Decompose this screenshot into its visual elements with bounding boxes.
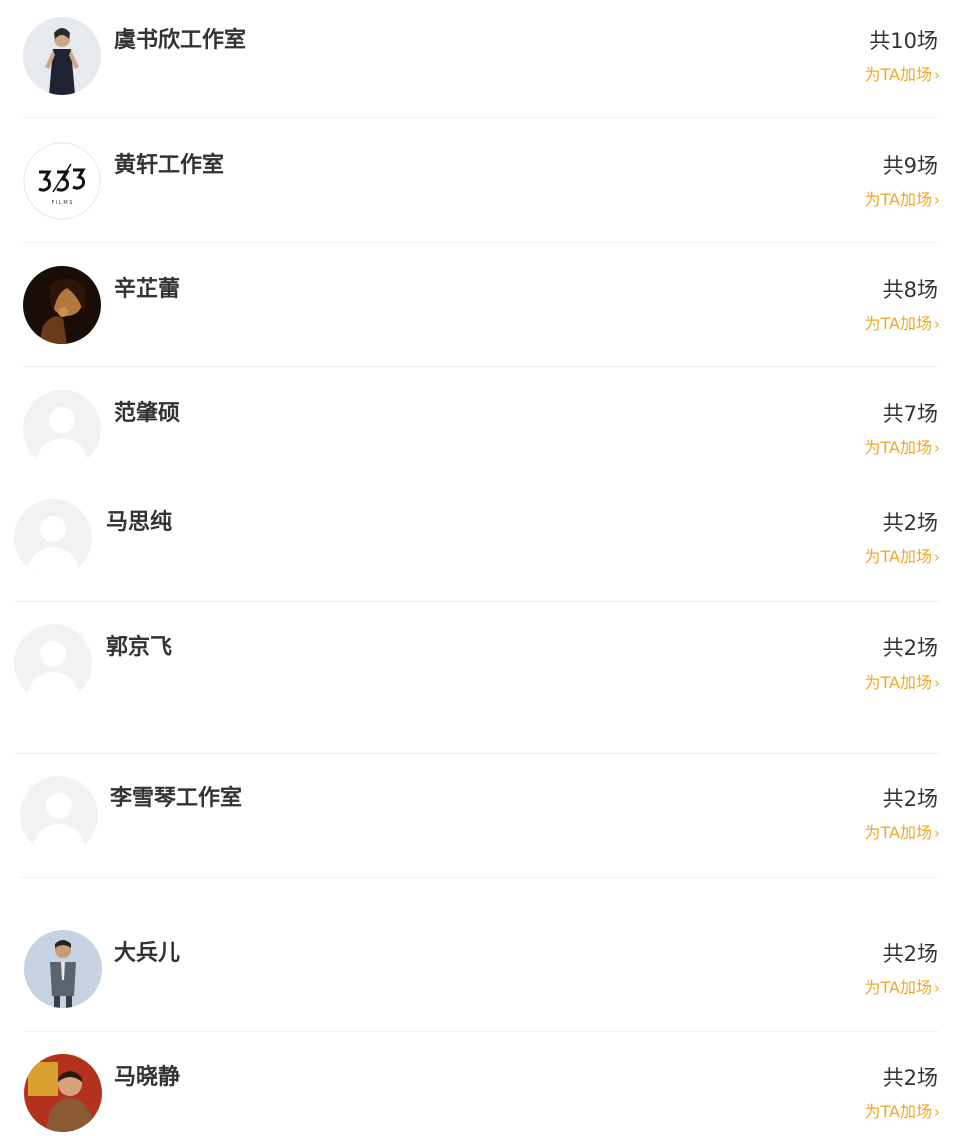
avatar [23, 266, 101, 344]
avatar [23, 17, 101, 95]
list-item[interactable]: 辛芷蕾 共8场 为TA加场 › [0, 243, 960, 367]
add-show-label: 为TA加场 [864, 673, 932, 692]
avatar [20, 776, 98, 854]
show-count: 共7场 [882, 402, 938, 426]
chevron-right-icon: › [934, 674, 940, 692]
list-item[interactable]: 大兵儿 共2场 为TA加场 › [0, 878, 960, 1032]
avatar [14, 624, 92, 702]
show-count: 共2场 [882, 511, 938, 535]
list-item[interactable]: 范肇硕 共7场 为TA加场 › [0, 367, 960, 479]
person-name: 马思纯 [106, 510, 173, 535]
add-show-label: 为TA加场 [864, 1102, 932, 1121]
person-name: 辛芷蕾 [114, 277, 181, 302]
list-item[interactable]: 马晓静 共2场 为TA加场 › [0, 1032, 960, 1136]
user-placeholder-icon [20, 776, 98, 854]
list-item[interactable]: 郭京飞 共2场 为TA加场 › [0, 602, 960, 754]
avatar: F I L M S [23, 142, 101, 220]
user-placeholder-icon [14, 499, 92, 577]
avatar [24, 1054, 102, 1132]
chevron-right-icon: › [934, 315, 940, 333]
chevron-right-icon: › [934, 548, 940, 566]
svg-text:F I L M S: F I L M S [52, 200, 73, 206]
add-show-link[interactable]: 为TA加场 › [865, 313, 940, 335]
add-show-link[interactable]: 为TA加场 › [865, 189, 940, 211]
list-item[interactable]: 虞书欣工作室 共10场 为TA加场 › [0, 0, 960, 118]
studio-name: 虞书欣工作室 [114, 28, 247, 53]
avatar-photo-icon [24, 930, 102, 1008]
list-item[interactable]: 马思纯 共2场 为TA加场 › [0, 479, 960, 602]
add-show-link[interactable]: 为TA加场 › [865, 64, 940, 86]
person-name: 郭京飞 [106, 635, 173, 660]
person-name: 大兵儿 [114, 941, 181, 966]
avatar [14, 499, 92, 577]
add-show-label: 为TA加场 [864, 190, 932, 209]
user-placeholder-icon [23, 390, 101, 468]
studio-name: 李雪琴工作室 [110, 786, 243, 811]
show-count: 共2场 [882, 636, 938, 660]
add-show-link[interactable]: 为TA加场 › [865, 822, 940, 844]
avatar [24, 930, 102, 1008]
show-count: 共8场 [882, 278, 938, 302]
add-show-label: 为TA加场 [864, 65, 932, 84]
user-placeholder-icon [14, 624, 92, 702]
show-count: 共9场 [882, 154, 938, 178]
add-show-link[interactable]: 为TA加场 › [865, 437, 940, 459]
add-show-label: 为TA加场 [864, 547, 932, 566]
list-item[interactable]: F I L M S 黄轩工作室 共9场 为TA加场 › [0, 118, 960, 243]
films-logo-icon: F I L M S [23, 142, 101, 220]
chevron-right-icon: › [934, 979, 940, 997]
add-show-link[interactable]: 为TA加场 › [865, 546, 940, 568]
avatar-photo-icon [23, 17, 101, 95]
add-show-link[interactable]: 为TA加场 › [865, 1101, 940, 1123]
show-count: 共2场 [882, 942, 938, 966]
add-show-label: 为TA加场 [864, 314, 932, 333]
show-count: 共2场 [882, 787, 938, 811]
chevron-right-icon: › [934, 191, 940, 209]
add-show-label: 为TA加场 [864, 978, 932, 997]
person-name: 范肇硕 [114, 401, 181, 426]
list-item[interactable]: 李雪琴工作室 共2场 为TA加场 › [0, 754, 960, 878]
avatar [23, 390, 101, 468]
studio-name: 黄轩工作室 [114, 153, 225, 178]
chevron-right-icon: › [934, 824, 940, 842]
add-show-link[interactable]: 为TA加场 › [865, 672, 940, 694]
show-count: 共10场 [869, 29, 938, 53]
chevron-right-icon: › [934, 439, 940, 457]
chevron-right-icon: › [934, 66, 940, 84]
add-show-label: 为TA加场 [864, 438, 932, 457]
avatar-photo-icon [23, 266, 101, 344]
chevron-right-icon: › [934, 1103, 940, 1121]
show-count: 共2场 [882, 1066, 938, 1090]
person-name: 马晓静 [114, 1065, 181, 1090]
avatar-photo-icon [24, 1054, 102, 1132]
add-show-link[interactable]: 为TA加场 › [865, 977, 940, 999]
add-show-label: 为TA加场 [864, 823, 932, 842]
